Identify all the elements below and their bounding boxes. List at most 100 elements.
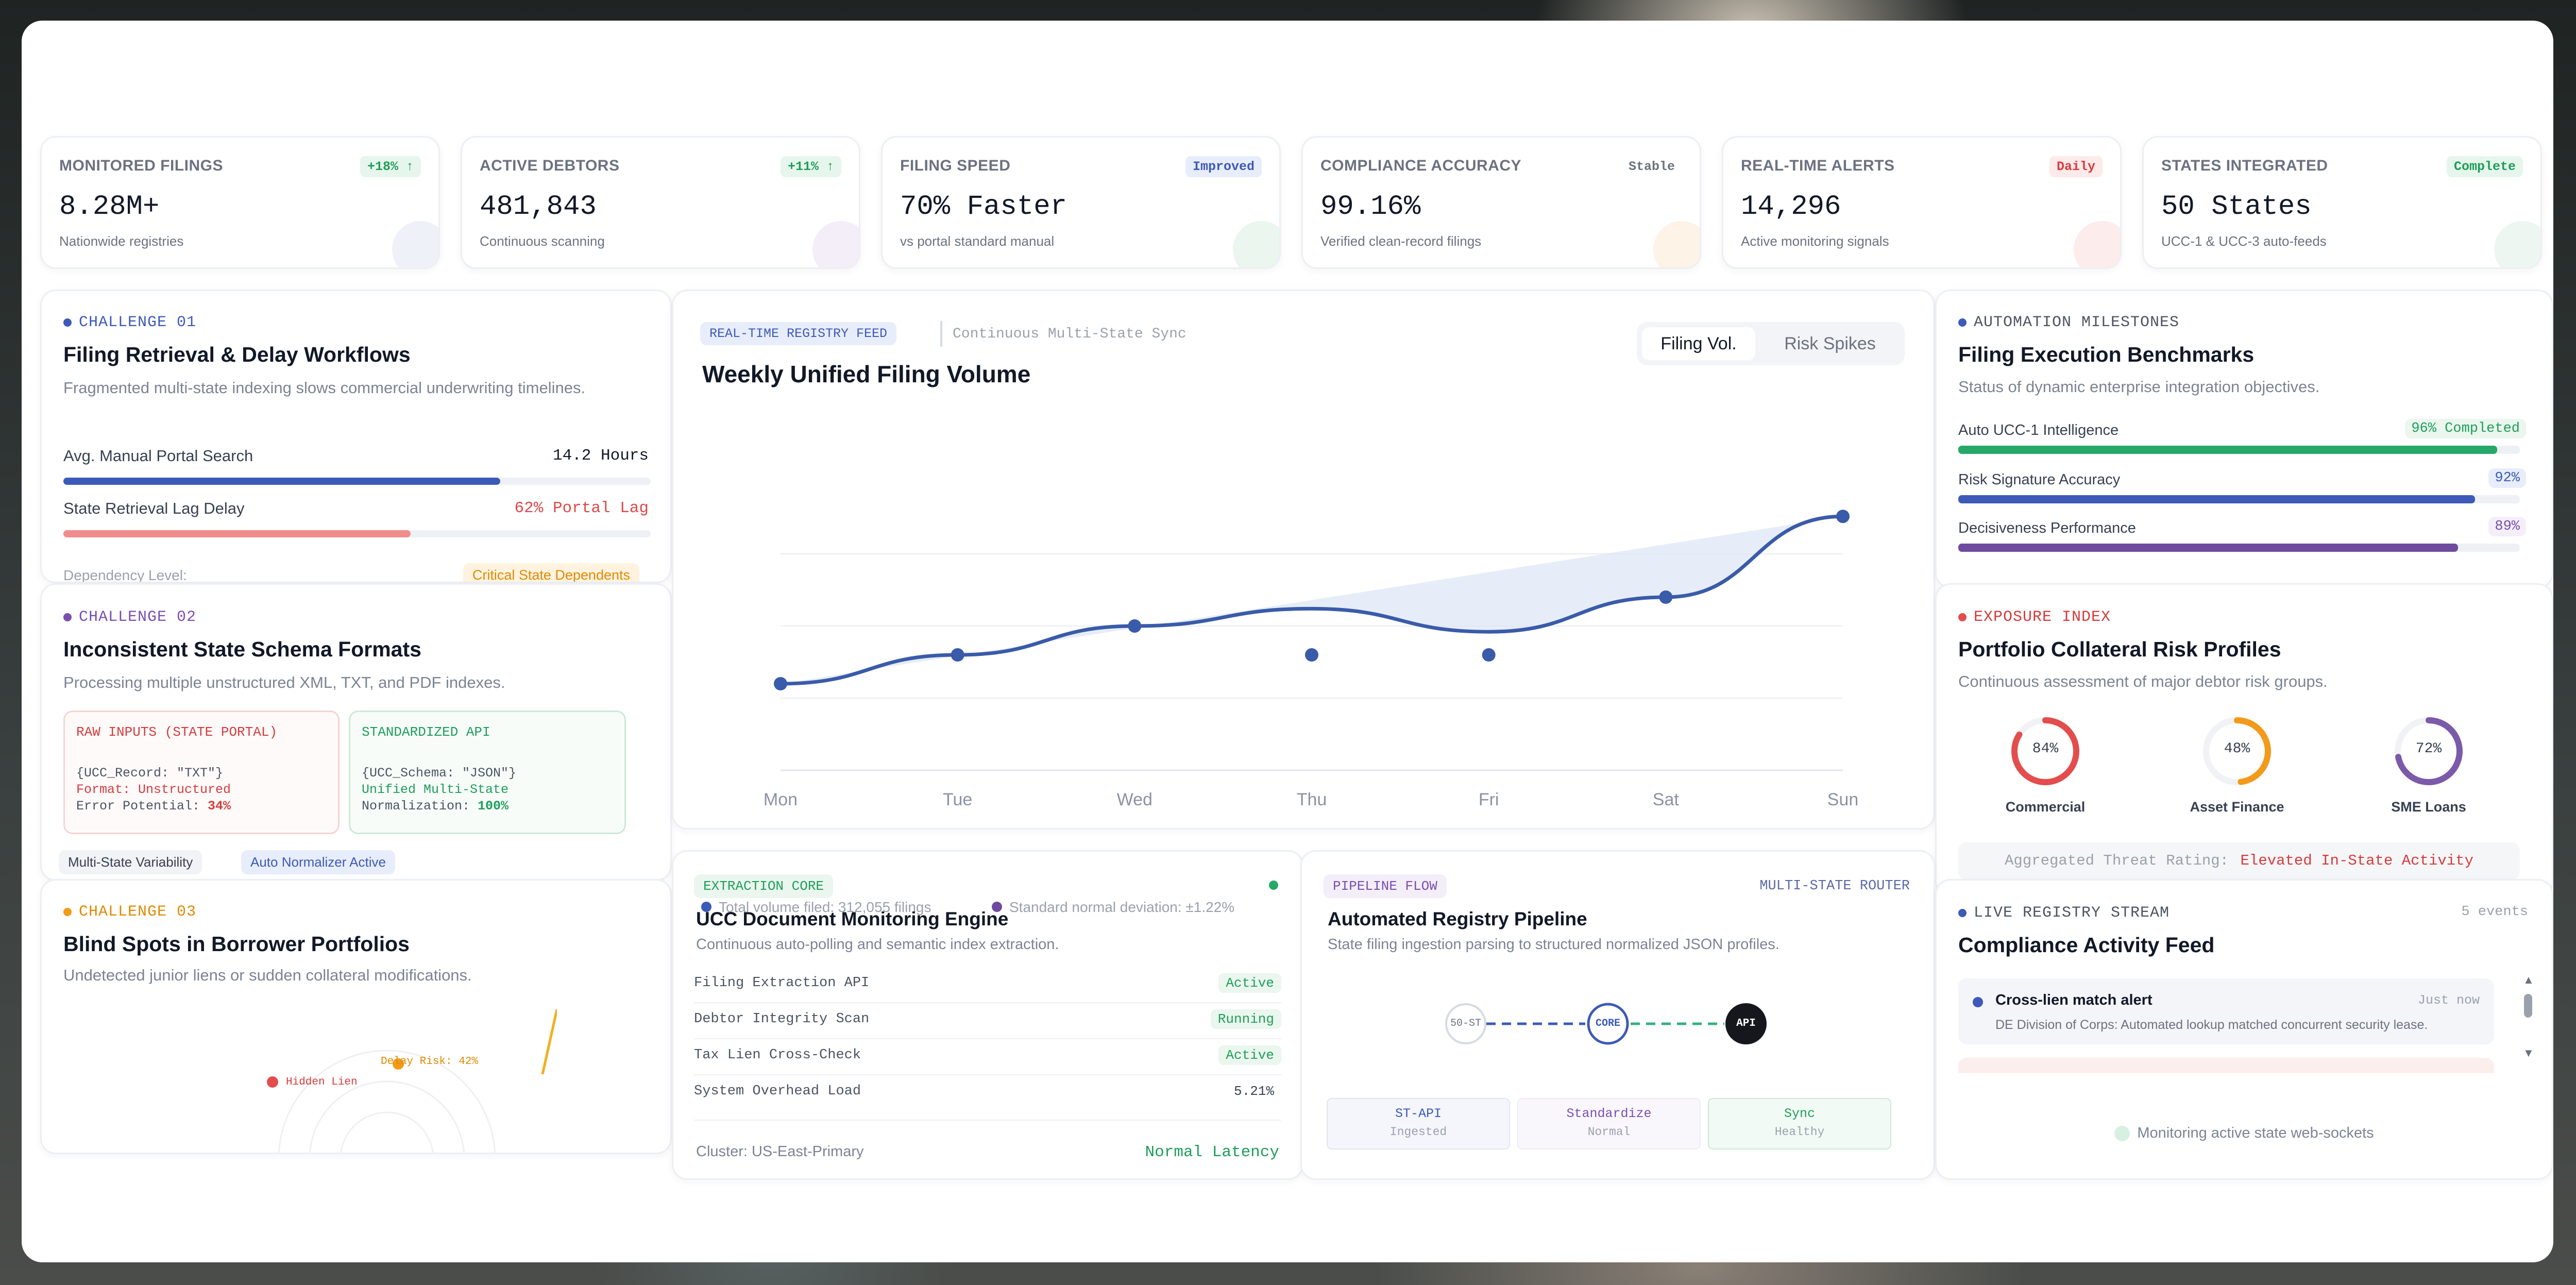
dot-icon xyxy=(63,908,72,916)
kpi-badge: Stable xyxy=(1628,159,1675,174)
exposure-card: EXPOSURE INDEX Portfolio Collateral Risk… xyxy=(1935,583,2553,898)
kpi-badge: Daily xyxy=(2049,156,2103,177)
dot-icon xyxy=(63,613,72,621)
kpi-value: 8.28M+ xyxy=(59,191,160,223)
service-name: Debtor Integrity Scan xyxy=(694,1011,870,1027)
milestones-desc: Status of dynamic enterprise integration… xyxy=(1958,378,2320,396)
divider xyxy=(694,1120,1281,1121)
node-api-label: API xyxy=(1736,1018,1756,1029)
kpi-decor xyxy=(1233,221,1279,267)
kpi-filing-speed[interactable]: FILING SPEED Improved 70% Faster vs port… xyxy=(881,136,1281,269)
scroll-down-icon[interactable]: ▼ xyxy=(2523,1046,2534,1060)
kpi-value: 99.16% xyxy=(1320,191,1421,223)
extraction-card: EXTRACTION CORE Total volume filed: 312,… xyxy=(672,850,1303,1180)
milestone-label: Risk Signature Accuracy xyxy=(1958,471,2121,488)
scroll-thumb[interactable] xyxy=(2524,994,2532,1018)
kpi-label: MONITORED FILINGS xyxy=(59,157,223,174)
challenge-02-title: Inconsistent State Schema Formats xyxy=(63,637,421,661)
weekly-volume-chart: Mon Tue Wed Thu Fri Sat Sun xyxy=(764,510,1859,809)
api-title: STANDARDIZED API xyxy=(362,724,490,740)
milestone-value: 89% xyxy=(2488,517,2526,536)
stage-name: Sync xyxy=(1784,1106,1815,1121)
kpi-label: STATES INTEGRATED xyxy=(2161,157,2328,174)
retrieval-lag-bar xyxy=(63,530,411,537)
delay-risk-label: Delay Risk: 42% xyxy=(381,1056,479,1068)
ring-commercial-label: Commercial xyxy=(2005,799,2086,815)
kpi-sub: Continuous scanning xyxy=(480,233,605,249)
kpi-active-debtors[interactable]: ACTIVE DEBTORS +11% ↑ 481,843 Continuous… xyxy=(461,136,860,269)
activity-item-partial[interactable] xyxy=(1958,1058,2494,1073)
x-tick-label: Sun xyxy=(1827,790,1859,809)
stage-name: Standardize xyxy=(1566,1106,1652,1121)
scroll-up-icon[interactable]: ▲ xyxy=(2523,973,2534,987)
normalizer-pill: Auto Normalizer Active xyxy=(241,850,395,874)
service-status: Running xyxy=(1210,1009,1281,1029)
milestones-title: Filing Execution Benchmarks xyxy=(1958,343,2255,366)
radar-visual xyxy=(267,1009,557,1153)
service-status: 5.21% xyxy=(1233,1084,1274,1099)
data-point xyxy=(1836,510,1850,523)
kpi-decor xyxy=(2074,221,2120,267)
milestones-tag: AUTOMATION MILESTONES xyxy=(1958,314,2179,331)
x-tick-label: Mon xyxy=(764,790,798,809)
challenge-01-desc: Fragmented multi-state indexing slows co… xyxy=(63,379,586,397)
service-row: System Overhead Load 5.21% xyxy=(694,1074,1281,1110)
variability-pill: Multi-State Variability xyxy=(59,850,202,874)
milestone-label: Auto UCC-1 Intelligence xyxy=(1958,422,2119,438)
threat-rating: Aggregated Threat Rating: Elevated In-St… xyxy=(1958,842,2520,880)
standardized-api-box: STANDARDIZED API {UCC_Schema: "JSON"} Un… xyxy=(349,711,626,834)
challenge-02-card: CHALLENGE 02 Inconsistent State Schema F… xyxy=(40,583,672,881)
hidden-lien-label: Hidden Lien xyxy=(286,1076,358,1088)
challenge-01-tag: CHALLENGE 01 xyxy=(63,314,196,331)
milestone-bar xyxy=(1958,544,2458,552)
milestone-bar xyxy=(1958,446,2497,454)
stage-state: Normal xyxy=(1587,1125,1631,1139)
extraction-title: UCC Document Monitoring Engine xyxy=(696,908,1009,929)
stage-standardize: Standardize Normal xyxy=(1517,1098,1701,1149)
kpi-badge: +11% ↑ xyxy=(780,156,841,177)
x-tick-label: Wed xyxy=(1117,790,1153,809)
exposure-title: Portfolio Collateral Risk Profiles xyxy=(1958,637,2281,661)
manual-search-bar xyxy=(63,478,500,485)
api-line-1: {UCC_Schema: "JSON"} xyxy=(362,766,517,781)
data-point xyxy=(1128,619,1142,633)
activity-desc: DE Division of Corps: Automated lookup m… xyxy=(1995,1018,2428,1032)
dependency-label: Dependency Level: xyxy=(63,567,187,583)
data-point xyxy=(1659,590,1673,604)
activity-feed-card: LIVE REGISTRY STREAM 5 events Compliance… xyxy=(1935,879,2553,1180)
exposure-desc: Continuous assessment of major debtor ri… xyxy=(1958,672,2328,690)
stage-sync: Sync Healthy xyxy=(1708,1098,1891,1149)
stage-ingest: ST-API Ingested xyxy=(1327,1098,1510,1149)
manual-search-value: 14.2 Hours xyxy=(552,447,649,465)
kpi-sub: Verified clean-record filings xyxy=(1320,233,1482,249)
milestone-bar xyxy=(1958,495,2475,503)
milestone-value: 96% Completed xyxy=(2405,419,2526,438)
service-name: Tax Lien Cross-Check xyxy=(694,1047,861,1063)
kpi-label: FILING SPEED xyxy=(900,157,1011,174)
threat-value: Elevated In-State Activity xyxy=(2240,852,2473,869)
service-row: Filing Extraction API Active xyxy=(694,966,1281,1003)
kpi-badge: +18% ↑ xyxy=(360,156,421,177)
kpi-decor xyxy=(2494,221,2540,267)
challenge-01-card: CHALLENGE 01 Filing Retrieval & Delay Wo… xyxy=(40,290,672,583)
exposure-tag: EXPOSURE INDEX xyxy=(1958,608,2111,626)
kpi-monitored-filings[interactable]: MONITORED FILINGS +18% ↑ 8.28M+ Nationwi… xyxy=(40,136,440,269)
extraction-desc: Continuous auto-polling and semantic ind… xyxy=(696,936,1059,953)
kpi-compliance-accuracy[interactable]: COMPLIANCE ACCURACY Stable 99.16% Verifi… xyxy=(1301,136,1701,269)
retrieval-lag-label: State Retrieval Lag Delay xyxy=(63,499,245,517)
extraction-tag: EXTRACTION CORE xyxy=(694,874,834,898)
registry-feed-card: REAL-TIME REGISTRY FEED Continuous Multi… xyxy=(672,290,1935,830)
data-point xyxy=(1482,648,1496,662)
kpi-real-time-alerts[interactable]: REAL-TIME ALERTS Daily 14,296 Active mon… xyxy=(1722,136,2122,269)
x-tick-label: Thu xyxy=(1297,790,1327,809)
kpi-states-integrated[interactable]: STATES INTEGRATED Complete 50 States UCC… xyxy=(2142,136,2542,269)
raw-line-2: Format: Unstructured xyxy=(76,782,231,797)
feed-scrollbar[interactable]: ▲ ▼ xyxy=(2521,973,2535,1061)
ring-commercial-value: 84% xyxy=(2032,741,2059,757)
node-source-label: 50-ST xyxy=(1450,1018,1481,1029)
activity-item[interactable]: Cross-lien match alert Just now DE Divis… xyxy=(1958,978,2494,1044)
ring-sme-loans-label: SME Loans xyxy=(2391,799,2466,815)
challenge-03-title: Blind Spots in Borrower Portfolios xyxy=(63,932,410,956)
ring-asset-finance-value: 48% xyxy=(2224,741,2250,757)
kpi-sub: Nationwide registries xyxy=(59,233,184,249)
